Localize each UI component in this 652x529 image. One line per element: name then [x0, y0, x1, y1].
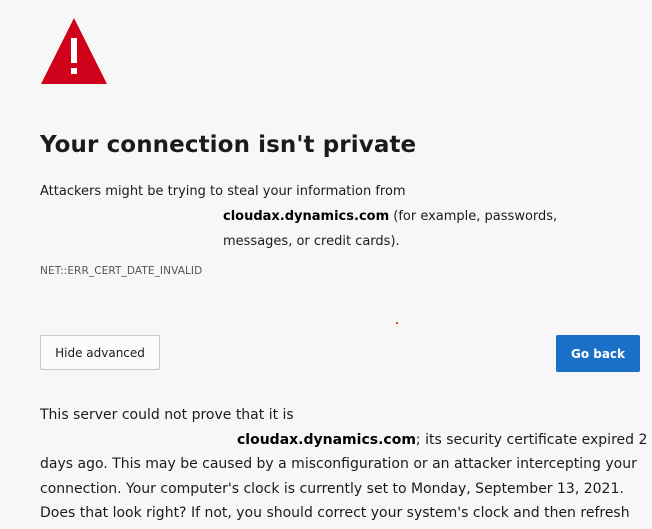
host-name: cloudax.dynamics.com — [223, 209, 390, 224]
artifact-dot — [396, 322, 398, 324]
details-host-name: cloudax.dynamics.com — [237, 431, 416, 448]
error-page: Your connection isn't private Attackers … — [0, 0, 652, 529]
description-line: Attackers might be trying to steal your … — [40, 184, 406, 199]
advanced-details-text: This server could not prove that it is c… — [40, 403, 647, 529]
details-expiry: ; its security certificate expired 2 — [415, 431, 648, 448]
error-code: NET::ERR_CERT_DATE_INVALID — [40, 265, 203, 277]
hide-advanced-button[interactable]: Hide advanced — [40, 335, 160, 370]
description-text: Attackers might be trying to steal your … — [40, 179, 625, 254]
warning-triangle-icon — [41, 18, 107, 84]
details-line: This server could not prove that it is — [40, 407, 294, 423]
page-title: Your connection isn't private — [40, 132, 417, 158]
details-rest: days ago. This may be caused by a miscon… — [40, 456, 637, 521]
go-back-button[interactable]: Go back — [556, 335, 640, 372]
